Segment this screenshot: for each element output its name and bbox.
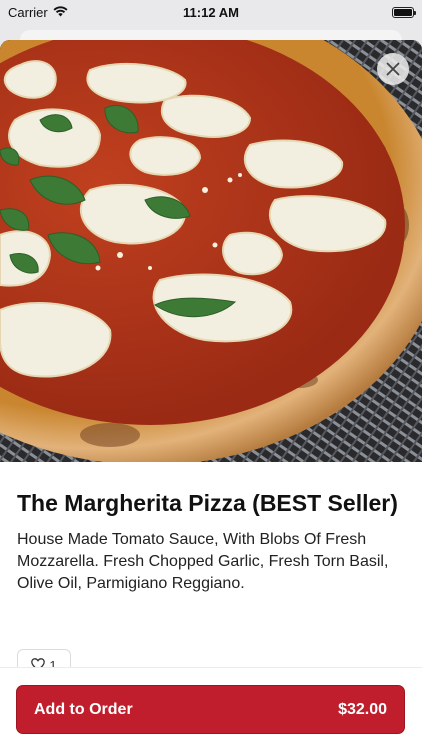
add-to-order-button[interactable]: Add to Order $32.00 — [16, 685, 405, 734]
item-image — [0, 40, 422, 462]
pizza-illustration — [0, 40, 422, 462]
order-price: $32.00 — [338, 700, 387, 718]
bottom-bar: Add to Order $32.00 — [0, 667, 422, 750]
close-button[interactable] — [377, 53, 409, 85]
item-title: The Margherita Pizza (BEST Seller) — [17, 490, 398, 516]
status-left: Carrier — [8, 5, 68, 20]
item-modal: The Margherita Pizza (BEST Seller) House… — [0, 40, 422, 750]
item-details: The Margherita Pizza (BEST Seller) House… — [0, 462, 422, 595]
wifi-icon — [53, 5, 68, 20]
add-to-order-label: Add to Order — [34, 700, 133, 718]
battery-icon — [392, 6, 416, 18]
status-bar: Carrier 11:12 AM — [0, 0, 422, 24]
item-description: House Made Tomato Sauce, With Blobs Of F… — [17, 531, 389, 592]
carrier-label: Carrier — [8, 4, 48, 20]
battery-level — [394, 8, 412, 16]
close-icon — [386, 62, 400, 76]
status-right — [392, 6, 416, 18]
